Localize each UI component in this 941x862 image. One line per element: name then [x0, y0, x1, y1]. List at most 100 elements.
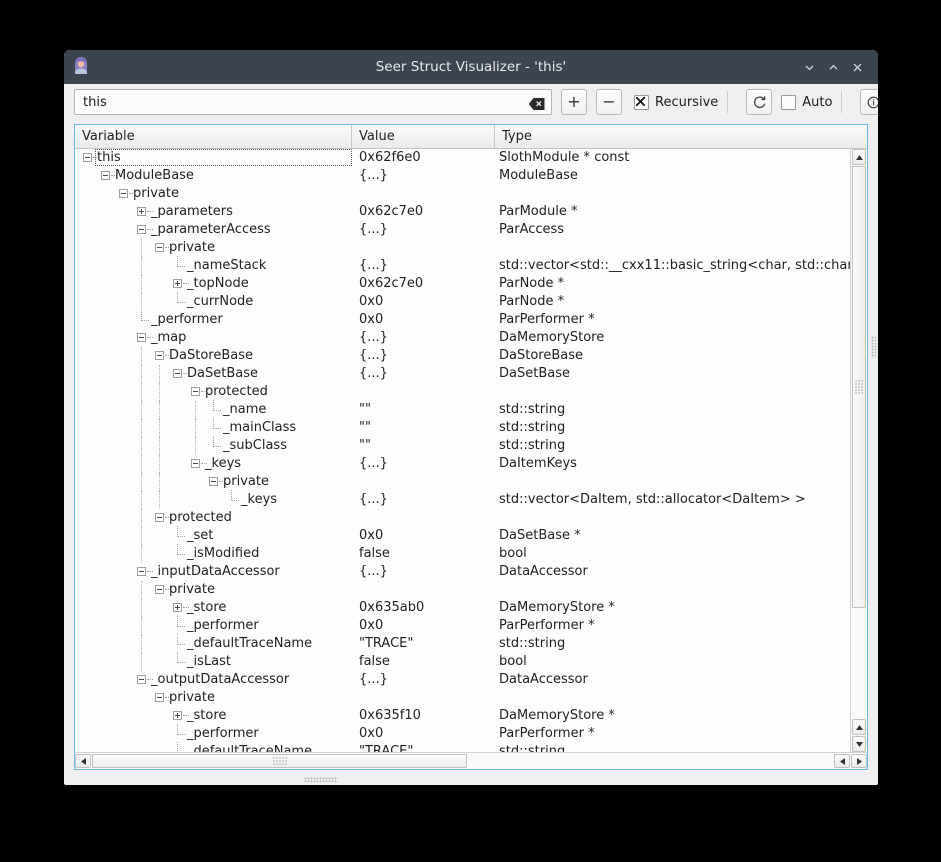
- collapse-icon[interactable]: [137, 567, 146, 576]
- scroll-left-button-right[interactable]: [834, 754, 850, 768]
- tree-row[interactable]: _parameters 0x62c7e0 ParModule *: [75, 203, 850, 221]
- tree-row[interactable]: _topNode 0x62c7e0 ParNode *: [75, 275, 850, 293]
- collapse-icon[interactable]: [155, 513, 164, 522]
- add-button[interactable]: +: [561, 89, 587, 115]
- tree-row[interactable]: protected: [75, 509, 850, 527]
- expand-icon[interactable]: [173, 711, 182, 720]
- collapse-icon[interactable]: [155, 351, 164, 360]
- minimize-button[interactable]: [798, 56, 820, 78]
- scroll-right-button[interactable]: [851, 754, 867, 768]
- auto-checkbox[interactable]: Auto: [781, 94, 832, 110]
- tree-row[interactable]: _map {...} DaMemoryStore: [75, 329, 850, 347]
- tree-connector: [213, 400, 221, 411]
- tree-row-type: bool: [499, 546, 527, 561]
- tree-row[interactable]: private: [75, 689, 850, 707]
- recursive-checkbox[interactable]: Recursive: [634, 94, 718, 110]
- collapse-icon[interactable]: [191, 459, 200, 468]
- tree-row[interactable]: _performer 0x0 ParPerformer *: [75, 616, 850, 635]
- collapse-icon[interactable]: [155, 693, 164, 702]
- scroll-up-button-bottom[interactable]: [852, 719, 866, 735]
- tree-row[interactable]: _keys {...} DaItemKeys: [75, 455, 850, 473]
- auto-checkbox-box[interactable]: [781, 94, 797, 110]
- tree-row[interactable]: ModuleBase {...} ModuleBase: [75, 167, 850, 185]
- close-button[interactable]: [846, 56, 868, 78]
- tree-row[interactable]: protected: [75, 383, 850, 401]
- horizontal-scroll-thumb[interactable]: [92, 754, 467, 768]
- remove-button[interactable]: −: [596, 89, 622, 115]
- tree-row[interactable]: private: [75, 185, 850, 203]
- tree-row[interactable]: _currNode 0x0 ParNode *: [75, 292, 850, 311]
- refresh-button[interactable]: [746, 89, 773, 115]
- horizontal-scrollbar[interactable]: [75, 752, 867, 769]
- tree-row-type: DaStoreBase: [499, 348, 583, 363]
- vertical-scrollbar[interactable]: [850, 149, 867, 752]
- scroll-up-button[interactable]: [852, 149, 866, 165]
- collapse-icon[interactable]: [119, 189, 128, 198]
- tree-row[interactable]: _mainClass "" std::string: [75, 418, 850, 437]
- column-header-type[interactable]: Type: [495, 125, 867, 148]
- tree-row[interactable]: _performer 0x0 ParPerformer *: [75, 724, 850, 743]
- tree-indent-guide: [141, 347, 142, 365]
- tree-indent-guide: [159, 365, 160, 383]
- tree-row[interactable]: _defaultTraceName "TRACE" std::string: [75, 634, 850, 653]
- window-titlebar[interactable]: Seer Struct Visualizer - 'this': [64, 50, 878, 84]
- collapse-icon[interactable]: [137, 675, 146, 684]
- tree-row[interactable]: this 0x62f6e0 SlothModule * const: [75, 149, 850, 167]
- tree-indent-guide: [141, 383, 142, 401]
- collapse-icon[interactable]: [155, 585, 164, 594]
- tree-row[interactable]: _name "" std::string: [75, 400, 850, 419]
- clear-backspace-icon[interactable]: [528, 96, 545, 110]
- tree-row[interactable]: _parameterAccess {...} ParAccess: [75, 221, 850, 239]
- tree-row[interactable]: _isModified false bool: [75, 544, 850, 563]
- tree-row[interactable]: private: [75, 473, 850, 491]
- tree-row[interactable]: _store 0x635ab0 DaMemoryStore *: [75, 599, 850, 617]
- tree-row-type: ParPerformer *: [499, 618, 595, 633]
- tree-row[interactable]: _isLast false bool: [75, 652, 850, 671]
- search-input[interactable]: [81, 93, 525, 111]
- tree-indent-guide: [141, 581, 142, 599]
- tree-row-value: {...}: [359, 366, 388, 381]
- tree-row[interactable]: DaSetBase {...} DaSetBase: [75, 365, 850, 383]
- tree-row[interactable]: _subClass "" std::string: [75, 436, 850, 455]
- collapse-icon[interactable]: [191, 387, 200, 396]
- info-button[interactable]: [860, 89, 878, 115]
- window-resize-grip-bottom[interactable]: [304, 777, 338, 782]
- window-resize-grip-right[interactable]: [871, 336, 876, 358]
- tree-row[interactable]: _set 0x0 DaSetBase *: [75, 526, 850, 545]
- tree-indent-guide: [195, 401, 196, 419]
- tree-rows[interactable]: this 0x62f6e0 SlothModule * const ModuleBas…: [75, 149, 850, 752]
- tree-row[interactable]: _performer 0x0 ParPerformer *: [75, 310, 850, 329]
- column-header-variable[interactable]: Variable: [75, 125, 352, 148]
- maximize-button[interactable]: [822, 56, 844, 78]
- collapse-icon[interactable]: [137, 225, 146, 234]
- tree-row-value: 0x0: [359, 294, 384, 309]
- collapse-icon[interactable]: [83, 153, 92, 162]
- collapse-icon[interactable]: [173, 369, 182, 378]
- tree-row[interactable]: _keys {...} std::vector<DaItem, std::alloc…: [75, 490, 850, 509]
- tree-row[interactable]: _outputDataAccessor {...} DataAccessor: [75, 671, 850, 689]
- collapse-icon[interactable]: [155, 243, 164, 252]
- tree-row-type: ParPerformer *: [499, 312, 595, 327]
- tree-row[interactable]: _nameStack {...} std::vector<std::__cxx11:…: [75, 256, 850, 275]
- tree-row[interactable]: _defaultTraceName "TRACE" std::string: [75, 742, 850, 752]
- scroll-left-button[interactable]: [75, 754, 91, 768]
- collapse-icon[interactable]: [209, 477, 218, 486]
- expand-icon[interactable]: [173, 279, 182, 288]
- tree-indent-guide: [141, 491, 142, 509]
- tree-row[interactable]: _inputDataAccessor {...} DataAccessor: [75, 563, 850, 581]
- vertical-scroll-thumb[interactable]: [852, 166, 866, 608]
- recursive-checkbox-box[interactable]: [634, 94, 649, 110]
- tree-row[interactable]: _store 0x635f10 DaMemoryStore *: [75, 707, 850, 725]
- tree-row[interactable]: private: [75, 239, 850, 257]
- collapse-icon[interactable]: [137, 333, 146, 342]
- expand-icon[interactable]: [173, 603, 182, 612]
- search-field-wrapper[interactable]: [74, 89, 552, 115]
- expand-icon[interactable]: [137, 207, 146, 216]
- tree-row[interactable]: private: [75, 581, 850, 599]
- column-header-value[interactable]: Value: [352, 125, 495, 148]
- tree-row[interactable]: DaStoreBase {...} DaStoreBase: [75, 347, 850, 365]
- vertical-scroll-track[interactable]: [851, 166, 867, 719]
- tree-row-variable: _mainClass: [223, 420, 297, 435]
- scroll-down-button[interactable]: [852, 736, 866, 752]
- collapse-icon[interactable]: [101, 171, 110, 180]
